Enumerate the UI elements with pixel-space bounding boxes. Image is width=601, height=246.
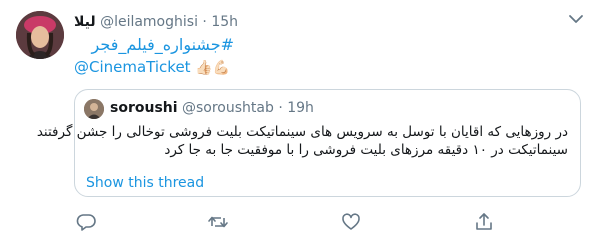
tweet-card[interactable]: لیلا @leilamoghisi · 15h #جشنواره_فیلم_ف… bbox=[0, 0, 601, 246]
heart-icon[interactable] bbox=[340, 211, 362, 233]
tweet-body-mention: @CinemaTicket 👍🏻💪🏻 bbox=[74, 58, 230, 76]
tweet-timestamp[interactable]: 15h bbox=[211, 14, 238, 30]
retweet-icon[interactable] bbox=[207, 211, 229, 233]
hashtag-link[interactable]: #جشنواره_فیلم_فجر bbox=[74, 35, 234, 54]
quoted-tweet[interactable]: soroushi @soroushtab · 19h در روزهایی که… bbox=[36, 89, 581, 197]
quoted-text-line: در روزهایی که اقایان با توسل به سرویس ها… bbox=[36, 124, 568, 140]
header-separator: · bbox=[202, 14, 207, 30]
quoted-author-avatar bbox=[84, 99, 104, 119]
chevron-down-icon[interactable] bbox=[565, 8, 587, 30]
author-handle[interactable]: @leilamoghisi bbox=[100, 14, 198, 30]
quoted-text-line: سینماتیکت در ۱۰ دقیقه مرزهای بلیت فروشی … bbox=[164, 142, 568, 158]
mention-link[interactable]: @CinemaTicket bbox=[74, 58, 191, 76]
quoted-header: soroushi @soroushtab · 19h bbox=[110, 100, 314, 116]
author-avatar[interactable] bbox=[16, 11, 64, 59]
show-thread-link[interactable]: Show this thread bbox=[86, 175, 204, 191]
quoted-handle: @soroushtab bbox=[182, 100, 274, 116]
quoted-display-name: soroushi bbox=[110, 100, 178, 116]
share-icon[interactable] bbox=[473, 211, 495, 233]
quoted-separator: · bbox=[278, 100, 283, 116]
reply-icon[interactable] bbox=[75, 211, 97, 233]
quoted-text: در روزهایی که اقایان با توسل به سرویس ها… bbox=[36, 123, 568, 159]
tweet-actions bbox=[74, 211, 584, 235]
tweet-header: لیلا @leilamoghisi · 15h bbox=[74, 14, 238, 30]
author-display-name[interactable]: لیلا bbox=[74, 14, 96, 30]
emoji-group: 👍🏻💪🏻 bbox=[195, 60, 231, 76]
quoted-timestamp: 19h bbox=[287, 100, 314, 116]
